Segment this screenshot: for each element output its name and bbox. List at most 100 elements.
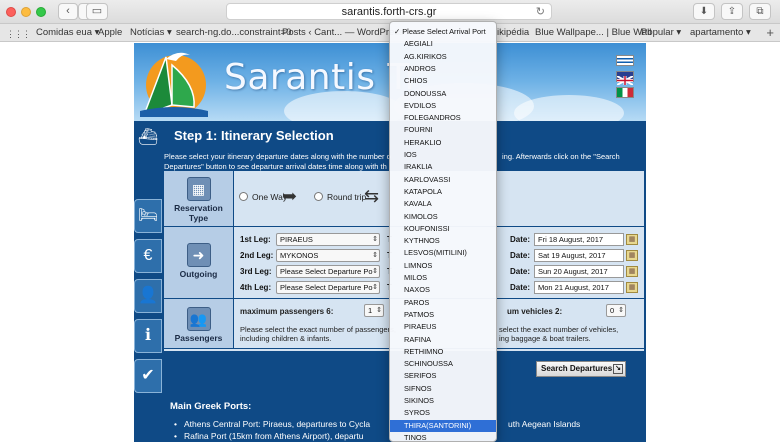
calendar-icon[interactable]: ▦ bbox=[626, 266, 638, 277]
dropdown-option[interactable]: FOURNI bbox=[390, 124, 496, 136]
leg-2-departure-value: MYKONOS bbox=[280, 251, 319, 260]
minimize-window-button[interactable] bbox=[21, 7, 31, 17]
tabs-button[interactable]: ⧉ bbox=[749, 3, 771, 20]
arrow-corner-icon: ↘ bbox=[613, 364, 623, 374]
dropdown-option[interactable]: AG.KIRIKOS bbox=[390, 51, 496, 63]
search-departures-button[interactable]: Search Departures ↘ bbox=[536, 361, 626, 377]
dropdown-option[interactable]: KIMOLOS bbox=[390, 211, 496, 223]
calendar-icon[interactable]: ▦ bbox=[626, 282, 638, 293]
dropdown-option[interactable]: RETHIMNO bbox=[390, 346, 496, 358]
dropdown-option[interactable]: SCHINOUSSA bbox=[390, 358, 496, 370]
close-window-button[interactable] bbox=[6, 7, 16, 17]
info-tab[interactable]: ℹ bbox=[134, 319, 162, 353]
passengers-count-select[interactable]: 1 ⇕ bbox=[364, 304, 384, 317]
share-icon: ⇪ bbox=[727, 6, 737, 17]
dropdown-option[interactable]: KATAPOLA bbox=[390, 186, 496, 198]
arrival-port-dropdown[interactable]: ✓ Please Select Arrival Port AEGIALI AG.KI… bbox=[389, 21, 497, 442]
intro-right: ing. Afterwards click on the "Search bbox=[502, 152, 620, 161]
dropdown-option-label: SIKINOS bbox=[404, 396, 434, 405]
leg-4-date-input[interactable]: Mon 21 August, 2017 bbox=[534, 281, 624, 294]
dropdown-option[interactable]: KAVALA bbox=[390, 198, 496, 210]
leg-3-date-input[interactable]: Sun 20 August, 2017 bbox=[534, 265, 624, 278]
dropdown-option[interactable]: THIRA(SANTORINI) bbox=[390, 419, 496, 432]
dropdown-option-label: KARLOVASSI bbox=[404, 174, 451, 184]
one-way-radio[interactable] bbox=[239, 192, 248, 201]
dropdown-option[interactable]: IRAKLIA bbox=[390, 161, 496, 173]
bookmark-item[interactable]: Posts ‹ Cant... — WordPress bbox=[282, 27, 404, 38]
bookmark-item[interactable]: Blue Wallpape... | Blue Wall bbox=[535, 27, 651, 38]
bookmark-item[interactable]: Notícias ▾ bbox=[130, 27, 172, 38]
leg-3-departure-select[interactable]: Please Select Departure Po ⇕ bbox=[276, 265, 380, 278]
round-trip-radio[interactable] bbox=[314, 192, 323, 201]
bookmark-item[interactable]: Comidas eua ▾ bbox=[36, 27, 99, 38]
leg-4-departure-select[interactable]: Please Select Departure Po ⇕ bbox=[276, 281, 380, 294]
dropdown-option[interactable]: FOLEGANDROS bbox=[390, 112, 496, 124]
dropdown-option[interactable]: SYROS bbox=[390, 407, 496, 419]
uk-flag-icon[interactable] bbox=[616, 71, 634, 86]
dropdown-option-label: KYTHNOS bbox=[404, 236, 440, 246]
bed-tab[interactable]: 🛏 bbox=[134, 199, 162, 233]
dropdown-option[interactable]: CHIOS bbox=[390, 75, 496, 87]
reload-icon[interactable]: ↻ bbox=[536, 4, 545, 20]
dropdown-option[interactable]: SIFNOS bbox=[390, 383, 496, 395]
leg-2-departure-select[interactable]: MYKONOS ⇕ bbox=[276, 249, 380, 262]
dropdown-option[interactable]: LESVOS(MITILINI) bbox=[390, 247, 496, 259]
confirm-tab[interactable]: ✔ bbox=[134, 359, 162, 393]
dropdown-option[interactable]: KARLOVASSI bbox=[390, 174, 496, 186]
leg-3-date-label: Date: bbox=[510, 267, 531, 276]
dropdown-option[interactable]: IOS bbox=[390, 149, 496, 161]
bookmark-item[interactable]: ikipédia bbox=[497, 27, 529, 38]
leg-1-date-input[interactable]: Fri 18 August, 2017 bbox=[534, 233, 624, 246]
share-button[interactable]: ⇪ bbox=[721, 3, 743, 20]
leg-1-departure-select[interactable]: PIRAEUS ⇕ bbox=[276, 233, 380, 246]
address-bar[interactable]: sarantis.forth-crs.gr ↻ bbox=[226, 3, 552, 20]
dropdown-option[interactable]: KYTHNOS bbox=[390, 235, 496, 247]
leg-2-date-input[interactable]: Sat 19 August, 2017 bbox=[534, 249, 624, 262]
dropdown-option[interactable]: EVDILOS bbox=[390, 100, 496, 112]
list-item: Rafina Port (15km from Athens Airport), … bbox=[174, 431, 364, 441]
price-tab[interactable]: € bbox=[134, 239, 162, 273]
dropdown-option[interactable]: TINOS bbox=[390, 432, 496, 441]
leg-4-date-label: Date: bbox=[510, 283, 531, 292]
dropdown-option[interactable]: SERIFOS bbox=[390, 370, 496, 382]
grid-icon[interactable]: ⋮⋮⋮ bbox=[6, 29, 31, 40]
greek-flag-icon[interactable] bbox=[616, 55, 634, 66]
dropdown-option[interactable]: KOUFONISSI bbox=[390, 223, 496, 235]
select-arrows-icon: ⇕ bbox=[372, 268, 378, 275]
back-button[interactable]: ‹ bbox=[58, 3, 78, 20]
downloads-button[interactable]: ⬇ bbox=[693, 3, 715, 20]
bookmark-item[interactable]: apartamento ▾ bbox=[690, 27, 751, 38]
dropdown-option[interactable]: LIMNOS bbox=[390, 260, 496, 272]
search-departures-label: Search Departures bbox=[541, 364, 613, 373]
bookmark-item[interactable]: search-ng.do...constraint=0 bbox=[176, 27, 291, 38]
dropdown-option-label: SERIFOS bbox=[404, 371, 437, 381]
dropdown-option[interactable]: RAFINA bbox=[390, 334, 496, 346]
dropdown-option[interactable]: HERAKLIO bbox=[390, 137, 496, 149]
bookmark-item[interactable]: Popular ▾ bbox=[641, 27, 681, 38]
dropdown-option[interactable]: PATMOS bbox=[390, 309, 496, 321]
zoom-window-button[interactable] bbox=[36, 7, 46, 17]
vehicles-note-line1: select the exact number of vehicles, bbox=[499, 325, 619, 334]
dropdown-option[interactable]: ANDROS bbox=[390, 63, 496, 75]
outgoing-label: ➜ Outgoing bbox=[164, 227, 234, 298]
calendar-icon[interactable]: ▦ bbox=[626, 234, 638, 245]
passenger-tab[interactable]: 👤 bbox=[134, 279, 162, 313]
dropdown-placeholder-option[interactable]: ✓ Please Select Arrival Port bbox=[390, 26, 496, 38]
dropdown-option[interactable]: PIRAEUS bbox=[390, 321, 496, 333]
vehicles-count-select[interactable]: 0 ⇕ bbox=[606, 304, 626, 317]
dropdown-option[interactable]: NAXOS bbox=[390, 284, 496, 296]
bookmark-item[interactable]: Apple bbox=[98, 27, 122, 38]
dropdown-option[interactable]: DONOUSSA bbox=[390, 88, 496, 100]
dropdown-option[interactable]: AEGIALI bbox=[390, 38, 496, 50]
dropdown-option[interactable]: SIKINOS bbox=[390, 395, 496, 407]
sidebar-button[interactable]: ▭ bbox=[86, 3, 108, 20]
euro-icon: € bbox=[143, 247, 153, 264]
calendar-icon[interactable]: ▦ bbox=[626, 250, 638, 261]
dropdown-option-label: EVDILOS bbox=[404, 100, 437, 110]
arrow-right-icon: ➜ bbox=[186, 243, 211, 267]
italian-flag-icon[interactable] bbox=[616, 87, 634, 98]
dropdown-option[interactable]: MILOS bbox=[390, 272, 496, 284]
add-tab-icon[interactable]: + bbox=[766, 25, 774, 40]
dropdown-option[interactable]: PAROS bbox=[390, 297, 496, 309]
info-icon: ℹ bbox=[144, 327, 152, 344]
